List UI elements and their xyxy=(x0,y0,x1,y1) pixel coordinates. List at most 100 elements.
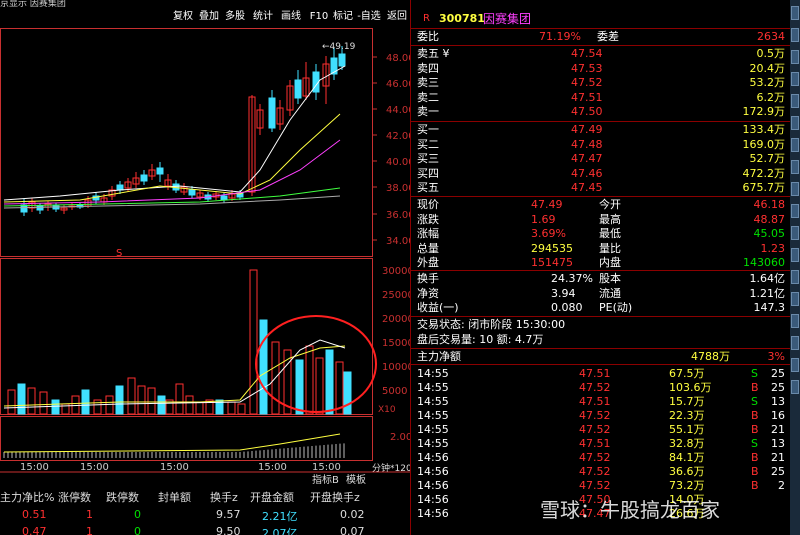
side-tool-icon[interactable] xyxy=(791,380,799,394)
quote-label: 最高 xyxy=(599,212,621,226)
ask-label: 卖三 xyxy=(417,76,439,90)
side-tool-icon[interactable] xyxy=(791,116,799,130)
weibi-label: 委比 xyxy=(417,30,439,43)
volume-bar xyxy=(227,401,236,415)
tick-time: 14:56 xyxy=(417,507,449,520)
quote-label: 最低 xyxy=(599,227,621,241)
watermark: 雪球：牛股搞龙百家 xyxy=(540,494,720,523)
ma-line-white xyxy=(3,65,346,201)
stat-value: 0.080 xyxy=(551,301,583,315)
ask-volume: 172.9万 xyxy=(742,105,786,119)
side-tool-icon[interactable] xyxy=(791,292,799,306)
quote-label: 量比 xyxy=(599,241,621,255)
volume-bar xyxy=(305,345,314,415)
side-tool-icon[interactable] xyxy=(791,204,799,218)
side-tool-icon[interactable] xyxy=(791,358,799,372)
time-label: 15:00 xyxy=(80,462,109,473)
quote-value: 1.69 xyxy=(531,212,556,226)
quote-panel: R 300781 因赛集团 委比 71.19% 委差 2634 卖五 ¥ 47.54 0.5… xyxy=(410,0,791,535)
volume-bar xyxy=(259,319,268,415)
tick-price: 47.52 xyxy=(579,381,611,394)
tick-row: 14:55 47.51 32.8万 S 13 xyxy=(411,437,791,451)
column-header[interactable]: 开盘换手z xyxy=(310,489,360,505)
tick-count: 25 xyxy=(771,465,785,478)
column-header[interactable]: 开盘金额 xyxy=(250,489,294,505)
table-cell: 0.07 xyxy=(340,525,365,535)
quote-label: 内盘 xyxy=(599,256,621,270)
tick-count: 25 xyxy=(771,381,785,394)
column-header[interactable]: 主力净比% xyxy=(0,489,54,505)
side-tool-icon[interactable] xyxy=(791,72,799,86)
tick-time: 14:55 xyxy=(417,423,449,436)
ask-row: 卖五 ¥ 47.54 0.5万 xyxy=(411,47,791,61)
table-cell: 1 xyxy=(86,525,93,535)
price-tick-label: 42.00 xyxy=(386,131,410,142)
side-tool-icon[interactable] xyxy=(791,6,799,20)
ask-row: 卖二 47.51 6.2万 xyxy=(411,91,791,105)
net-flow-value: 4788万 xyxy=(691,350,730,363)
chart-canvas: 48.00 46.00 44.00 42.00 40.00 38.00 36.00 34.00… xyxy=(0,28,410,486)
volume-bar xyxy=(325,349,334,415)
tick-price: 47.51 xyxy=(579,437,611,450)
table-row[interactable]: 0.51 1 0 9.57 2.21亿 0.02 xyxy=(0,508,410,523)
column-header[interactable]: 换手z xyxy=(210,489,238,505)
tick-direction: B xyxy=(751,465,759,478)
tick-direction: S xyxy=(751,437,758,450)
tick-count: 25 xyxy=(771,367,785,380)
tick-volume: 103.6万 xyxy=(669,381,712,394)
side-tool-icon[interactable] xyxy=(791,138,799,152)
ask-price: 47.53 xyxy=(571,61,603,75)
volume-tick-label: 10000 xyxy=(382,362,410,373)
tick-volume: 84.1万 xyxy=(669,451,705,464)
bid-label: 买四 xyxy=(417,166,439,180)
price-pane-frame xyxy=(0,28,373,257)
candle-body xyxy=(220,195,228,201)
stock-code: 300781 xyxy=(439,12,485,25)
quote-row: 涨幅 3.69% 最低 45.05 xyxy=(411,227,791,241)
table-row[interactable]: 0.47 1 0 9.50 2.07亿 0.07 xyxy=(0,525,410,535)
candle-body xyxy=(156,167,164,175)
bid-row: 买五 47.45 675.7万 xyxy=(411,181,791,195)
side-tool-icon[interactable] xyxy=(791,50,799,64)
ask-row: 卖一 47.50 172.9万 xyxy=(411,105,791,119)
candle-body xyxy=(294,79,302,99)
stat-label: 净资 xyxy=(417,286,439,300)
divider xyxy=(411,121,791,122)
side-tool-icon[interactable] xyxy=(791,270,799,284)
side-tool-icon[interactable] xyxy=(791,182,799,196)
side-tool-icon[interactable] xyxy=(791,248,799,262)
column-header[interactable]: 封单额 xyxy=(158,489,191,505)
volume-ma-white xyxy=(3,339,346,409)
tick-volume: 22.3万 xyxy=(669,409,705,422)
side-tool-icon[interactable] xyxy=(791,94,799,108)
side-tool-icon[interactable] xyxy=(791,226,799,240)
column-header[interactable]: 涨停数 xyxy=(58,489,91,505)
quote-value: 294535 xyxy=(531,241,573,255)
quote-label: 总量 xyxy=(417,241,439,255)
tick-time: 14:55 xyxy=(417,395,449,408)
bid-price: 47.48 xyxy=(571,137,603,151)
price-tick-label: 34.00 xyxy=(386,236,410,247)
side-tool-icon[interactable] xyxy=(791,336,799,350)
tick-price: 47.52 xyxy=(579,409,611,422)
tick-time: 14:55 xyxy=(417,437,449,450)
side-toolbar[interactable] xyxy=(790,0,800,535)
bid-row: 买二 47.48 169.0万 xyxy=(411,138,791,152)
time-label: 15:00 xyxy=(258,462,287,473)
table-cell: 9.57 xyxy=(216,508,241,521)
tick-price: 47.51 xyxy=(579,395,611,408)
candle-body xyxy=(188,189,196,196)
volume-bar xyxy=(315,357,324,415)
candle-body xyxy=(36,205,44,211)
quote-value: 46.18 xyxy=(753,198,786,211)
side-tool-icon[interactable] xyxy=(791,314,799,328)
tick-count: 16 xyxy=(771,409,785,422)
event-marker: S xyxy=(116,248,122,259)
time-label: 15:00 xyxy=(20,462,49,473)
stat-label: 收益(一) xyxy=(417,301,459,315)
trade-status-row: 交易状态: 闭市阶段 15:30:00 xyxy=(411,318,791,332)
volume-bar xyxy=(51,399,60,415)
column-header[interactable]: 跌停数 xyxy=(106,489,139,505)
side-tool-icon[interactable] xyxy=(791,160,799,174)
side-tool-icon[interactable] xyxy=(791,28,799,42)
